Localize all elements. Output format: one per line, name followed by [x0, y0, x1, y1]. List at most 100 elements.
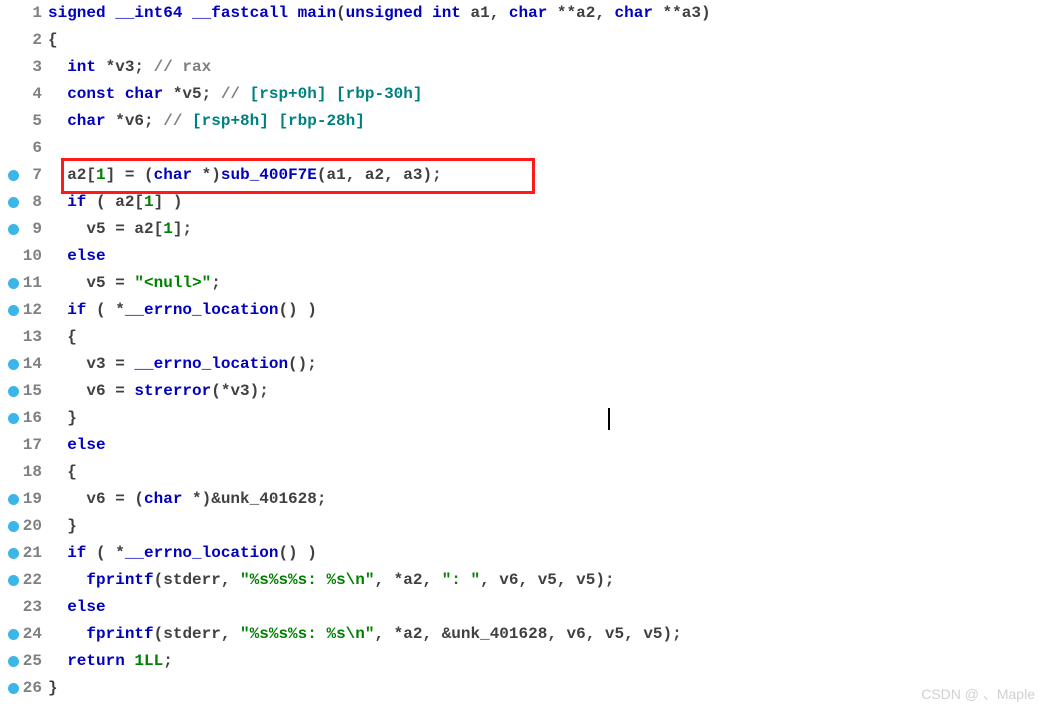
token-op: (*	[211, 382, 230, 400]
token-var: unk_401628	[221, 490, 317, 508]
token-txt	[48, 139, 58, 157]
token-op: ;	[134, 58, 153, 76]
token-txt	[48, 409, 67, 427]
token-txt	[48, 490, 86, 508]
token-op: ,	[595, 4, 614, 22]
token-op: ,	[624, 625, 643, 643]
token-kw: const char	[67, 85, 163, 103]
line-number: 5	[0, 108, 42, 135]
token-op: ];	[173, 220, 192, 238]
token-txt	[48, 436, 67, 454]
code-line[interactable]: v6 = (char *)&unk_401628;	[48, 486, 1047, 513]
code-line[interactable]: a2[1] = (char *)sub_400F7E(a1, a2, a3);	[48, 162, 1047, 189]
token-op: {	[67, 328, 77, 346]
token-var: a2	[134, 220, 153, 238]
token-op: *)	[192, 166, 221, 184]
token-op: ] )	[154, 193, 183, 211]
token-txt	[48, 220, 86, 238]
code-line[interactable]: if ( a2[1] )	[48, 189, 1047, 216]
token-var: v3	[230, 382, 249, 400]
token-var: unk_401628	[451, 625, 547, 643]
token-op: ;	[144, 112, 163, 130]
token-type: __fastcall	[192, 4, 298, 22]
code-line[interactable]: }	[48, 513, 1047, 540]
token-op: }	[67, 409, 77, 427]
line-number: 8	[0, 189, 42, 216]
line-number: 21	[0, 540, 42, 567]
token-str: "%s%s%s: %s\n"	[240, 625, 374, 643]
token-var: v6	[125, 112, 144, 130]
line-number: 11	[0, 270, 42, 297]
line-number: 24	[0, 621, 42, 648]
token-comment: // rax	[154, 58, 212, 76]
token-op: {	[48, 31, 58, 49]
token-comment2: [rsp+8h] [rbp-28h]	[192, 112, 365, 130]
line-number: 25	[0, 648, 42, 675]
code-line[interactable]: fprintf(stderr, "%s%s%s: %s\n", *a2, ": …	[48, 567, 1047, 594]
code-line[interactable]: v5 = "<null>";	[48, 270, 1047, 297]
token-func: main	[298, 4, 336, 22]
token-num: 1LL	[134, 652, 163, 670]
code-line[interactable]: if ( *__errno_location() )	[48, 297, 1047, 324]
code-line[interactable]: else	[48, 432, 1047, 459]
token-func: fprintf	[86, 571, 153, 589]
code-line[interactable]: const char *v5; // [rsp+0h] [rbp-30h]	[48, 81, 1047, 108]
token-txt	[48, 652, 67, 670]
token-comment: //	[163, 112, 192, 130]
code-line[interactable]: }	[48, 405, 1047, 432]
code-line[interactable]: if ( *__errno_location() )	[48, 540, 1047, 567]
token-txt	[48, 382, 86, 400]
token-op: (	[154, 625, 164, 643]
code-line[interactable]: v3 = __errno_location();	[48, 351, 1047, 378]
token-op: [	[154, 220, 164, 238]
token-var: a2	[403, 571, 422, 589]
code-line[interactable]: v6 = strerror(*v3);	[48, 378, 1047, 405]
line-number: 12	[0, 297, 42, 324]
token-num: 1	[96, 166, 106, 184]
token-var: v5	[605, 625, 624, 643]
token-op: *)&	[182, 490, 220, 508]
line-number: 26	[0, 675, 42, 702]
line-number: 19	[0, 486, 42, 513]
token-op: ( *	[86, 544, 124, 562]
token-op: () )	[278, 544, 316, 562]
code-area[interactable]: signed __int64 __fastcall main(unsigned …	[48, 0, 1047, 702]
code-line[interactable]: {	[48, 27, 1047, 54]
token-op: *	[96, 58, 115, 76]
code-line[interactable]: v5 = a2[1];	[48, 216, 1047, 243]
token-txt	[48, 301, 67, 319]
token-func: __errno_location	[134, 355, 288, 373]
token-op: {	[67, 463, 77, 481]
token-op: ,	[519, 571, 538, 589]
token-var: v6	[86, 382, 105, 400]
token-txt	[48, 193, 67, 211]
token-op: *	[106, 112, 125, 130]
code-line[interactable]: {	[48, 459, 1047, 486]
token-op: ,	[422, 571, 441, 589]
token-op: }	[48, 679, 58, 697]
token-txt	[48, 463, 67, 481]
line-number: 17	[0, 432, 42, 459]
code-line[interactable]: int *v3; // rax	[48, 54, 1047, 81]
token-op: ,	[490, 4, 509, 22]
line-number: 23	[0, 594, 42, 621]
token-txt	[48, 571, 86, 589]
code-line[interactable]: else	[48, 594, 1047, 621]
token-op: );	[423, 166, 442, 184]
token-op: =	[106, 382, 135, 400]
code-viewer: 1234567891011121314151617181920212223242…	[0, 0, 1047, 702]
token-op: =	[106, 355, 135, 373]
code-line[interactable]: char *v6; // [rsp+8h] [rbp-28h]	[48, 108, 1047, 135]
token-op: ,	[346, 166, 365, 184]
code-line[interactable]: signed __int64 __fastcall main(unsigned …	[48, 0, 1047, 27]
code-line[interactable]: return 1LL;	[48, 648, 1047, 675]
code-line[interactable]	[48, 135, 1047, 162]
code-line[interactable]: else	[48, 243, 1047, 270]
token-var: v5	[182, 85, 201, 103]
code-line[interactable]: {	[48, 324, 1047, 351]
token-op: =	[106, 274, 135, 292]
code-line[interactable]: }	[48, 675, 1047, 702]
token-txt	[48, 328, 67, 346]
code-line[interactable]: fprintf(stderr, "%s%s%s: %s\n", *a2, &un…	[48, 621, 1047, 648]
token-op: ,	[384, 166, 403, 184]
